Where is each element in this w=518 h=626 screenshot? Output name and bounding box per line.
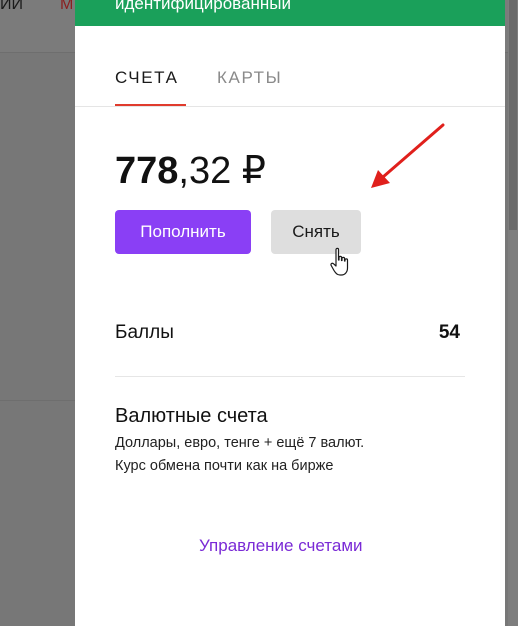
topup-button[interactable]: Пополнить — [115, 210, 251, 254]
background-nav-item-red: М — [60, 0, 74, 13]
balance-fraction: ,32 — [178, 150, 232, 192]
tab-cards[interactable]: КАРТЫ — [217, 68, 282, 88]
account-tabs: СЧЕТА КАРТЫ — [75, 52, 505, 107]
hand-pointer-icon — [330, 247, 349, 276]
panel-header: идентифицированный — [75, 0, 505, 26]
points-value: 54 — [438, 322, 460, 343]
points-row: Баллы 54 — [115, 322, 460, 352]
active-tab-indicator — [115, 104, 186, 106]
background-nav-item: ИИ — [0, 0, 23, 13]
ruble-sign: ₽ — [241, 150, 266, 192]
currency-accounts-title[interactable]: Валютные счета — [115, 405, 268, 428]
points-label: Баллы — [115, 322, 174, 343]
section-divider — [115, 376, 465, 377]
identification-status-text: идентифицированный — [115, 0, 291, 13]
tab-accounts[interactable]: СЧЕТА — [115, 68, 179, 88]
page-scrollbar-thumb[interactable] — [509, 0, 517, 230]
manage-accounts-link[interactable]: Управление счетами — [199, 536, 363, 556]
currency-accounts-rate-note: Курс обмена почти как на бирже — [115, 458, 334, 474]
accounts-panel: идентифицированный СЧЕТА КАРТЫ 778,32 ₽ … — [75, 0, 505, 626]
background-divider — [0, 400, 75, 401]
currency-accounts-description: Доллары, евро, тенге + ещё 7 валют. — [115, 435, 365, 451]
account-balance: 778,32 ₽ — [115, 148, 266, 193]
balance-integer: 778 — [115, 150, 179, 192]
